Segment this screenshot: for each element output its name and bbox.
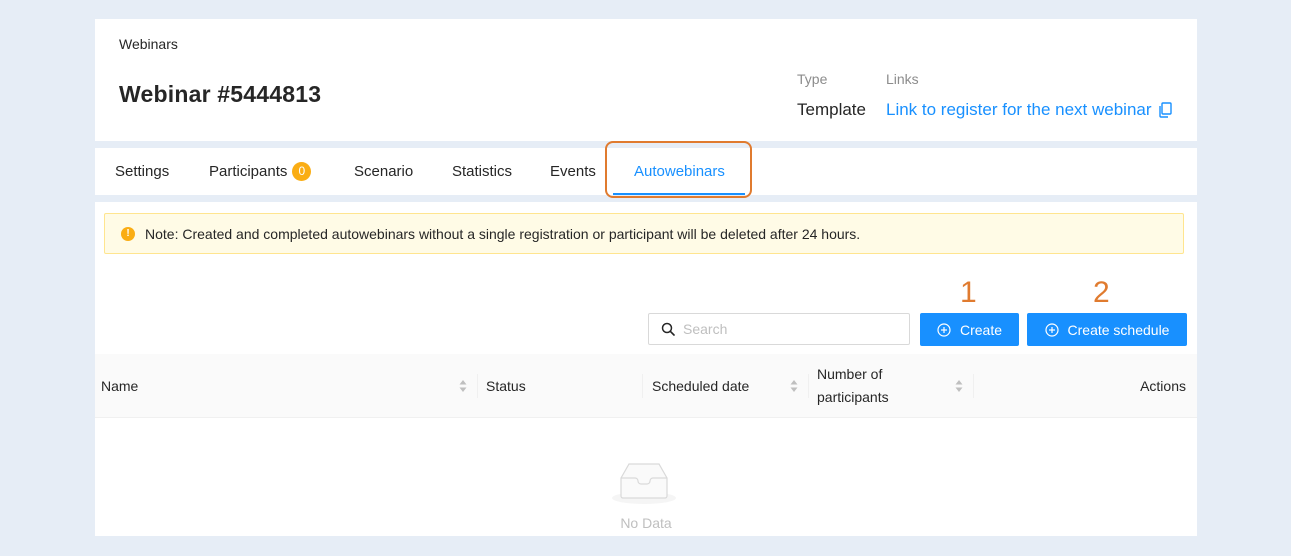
copy-icon[interactable]: [1158, 102, 1172, 118]
tab-participants[interactable]: Participants 0: [209, 148, 312, 195]
tab-bar: Settings Participants 0 Scenario Statisti…: [95, 148, 1197, 195]
breadcrumb[interactable]: Webinars: [119, 36, 178, 52]
info-alert: ! Note: Created and completed autowebina…: [104, 213, 1184, 254]
sort-icon[interactable]: [790, 379, 798, 393]
column-divider: [642, 374, 643, 398]
search-input[interactable]: [681, 320, 905, 338]
webinar-header: Webinars Webinar #5444813 Type Links Tem…: [95, 19, 1197, 141]
empty-text: No Data: [620, 515, 672, 531]
type-label: Type: [797, 71, 828, 87]
tab-autowebinars[interactable]: Autowebinars: [634, 148, 725, 195]
create-button[interactable]: Create: [920, 313, 1019, 346]
tab-scenario[interactable]: Scenario: [354, 148, 413, 195]
search-box[interactable]: [648, 313, 910, 345]
column-header-status: Status: [486, 354, 526, 418]
column-divider: [973, 374, 974, 398]
participants-count-badge: 0: [292, 161, 312, 181]
create-schedule-button[interactable]: Create schedule: [1027, 313, 1187, 346]
column-header-name[interactable]: Name: [101, 354, 138, 418]
column-divider: [477, 374, 478, 398]
links-label: Links: [886, 71, 919, 87]
column-status-label: Status: [486, 378, 526, 394]
create-button-label: Create: [959, 321, 1003, 338]
exclamation-circle-icon: !: [121, 226, 135, 241]
empty-inbox-icon: [612, 463, 676, 504]
column-participants-label-line1: Number of: [817, 366, 883, 382]
step-annotation-1: 1: [960, 276, 977, 309]
column-header-scheduled-date[interactable]: Scheduled date: [652, 354, 749, 418]
type-value: Template: [797, 100, 866, 119]
tab-scenario-label: Scenario: [354, 163, 414, 180]
tab-participants-label: Participants: [209, 163, 288, 180]
column-header-participants[interactable]: Number of participants: [817, 354, 889, 418]
tab-events[interactable]: Events: [550, 148, 596, 195]
register-link-text[interactable]: Link to register for the next webinar: [886, 100, 1152, 120]
sort-icon[interactable]: [459, 379, 467, 393]
page-title: Webinar #5444813: [119, 81, 322, 107]
step-annotation-2: 2: [1093, 276, 1110, 309]
column-participants-label-line2: participants: [817, 389, 889, 405]
sort-icon[interactable]: [955, 379, 963, 393]
create-schedule-button-label: Create schedule: [1067, 321, 1170, 338]
tab-statistics[interactable]: Statistics: [452, 148, 512, 195]
tab-events-label: Events: [550, 163, 596, 180]
active-tab-indicator: [613, 193, 745, 195]
search-icon: [661, 322, 675, 336]
column-divider: [808, 374, 809, 398]
column-actions-label: Actions: [1140, 378, 1186, 394]
alert-text: Note: Created and completed autowebinars…: [145, 225, 861, 242]
column-name-label: Name: [101, 378, 139, 394]
plus-circle-icon: [937, 322, 951, 337]
table-header: Name Status Scheduled date Number of par…: [95, 354, 1197, 418]
autowebinars-content: ! Note: Created and completed autowebina…: [95, 202, 1197, 536]
tab-statistics-label: Statistics: [452, 163, 513, 180]
register-link[interactable]: Link to register for the next webinar: [886, 100, 1172, 120]
column-header-actions: Actions: [1140, 354, 1186, 418]
empty-state: No Data: [95, 418, 1197, 536]
column-scheduled-date-label: Scheduled date: [652, 378, 750, 394]
tab-settings[interactable]: Settings: [115, 148, 169, 195]
plus-circle-icon: [1044, 322, 1059, 337]
tab-settings-label: Settings: [115, 163, 170, 180]
tab-autowebinars-label: Autowebinars: [634, 163, 725, 180]
